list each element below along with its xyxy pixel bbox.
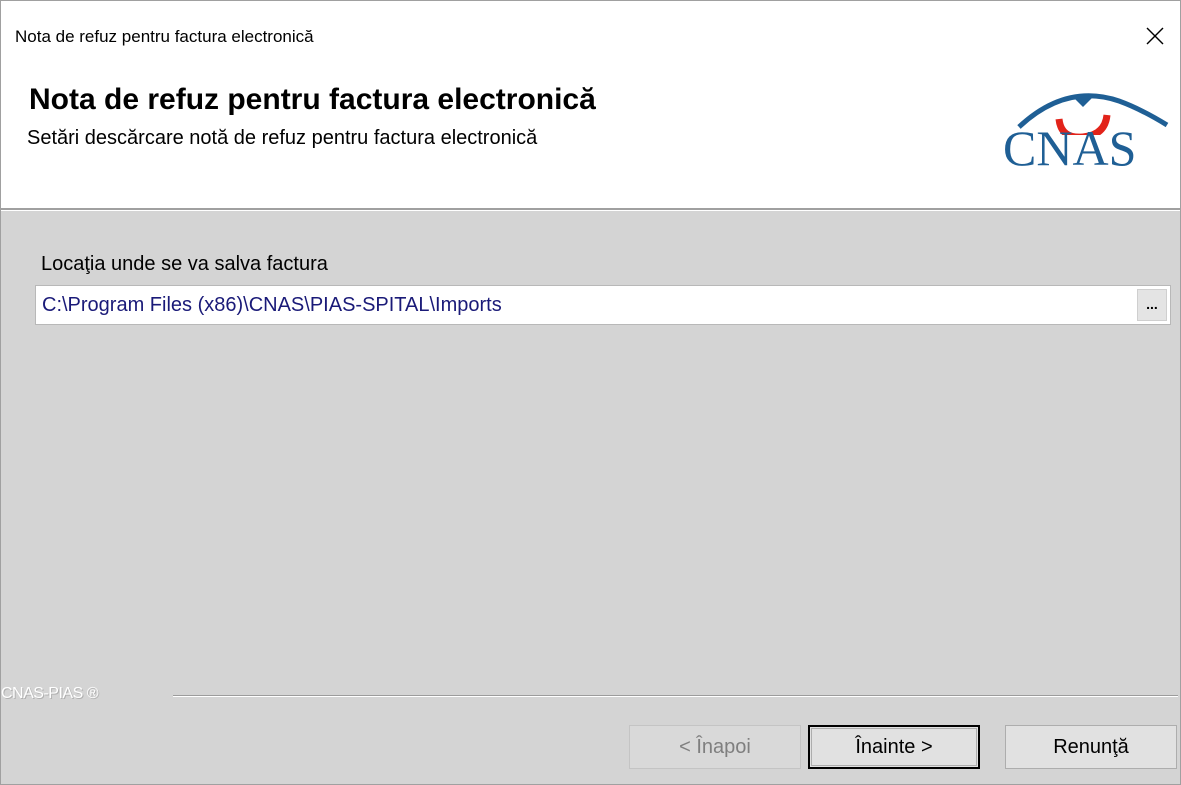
location-label: Locaţia unde se va salva factura bbox=[41, 253, 328, 275]
wizard-content: Locaţia unde se va salva factura C:\Prog… bbox=[1, 211, 1180, 784]
page-title: Nota de refuz pentru factura electronică bbox=[29, 83, 596, 116]
logo-text: CNAS bbox=[1003, 120, 1137, 176]
location-input[interactable]: C:\Program Files (x86)\CNAS\PIAS-SPITAL\… bbox=[35, 285, 1171, 325]
window-title: Nota de refuz pentru factura electronică bbox=[15, 27, 314, 46]
dialog-window: Nota de refuz pentru factura electronică… bbox=[0, 0, 1181, 785]
ellipsis-icon: ... bbox=[1146, 296, 1158, 312]
footer-divider bbox=[173, 695, 1178, 697]
location-value[interactable]: C:\Program Files (x86)\CNAS\PIAS-SPITAL\… bbox=[42, 294, 502, 317]
cnas-logo: CNAS bbox=[1001, 75, 1180, 185]
next-button[interactable]: Înainte > bbox=[808, 725, 980, 769]
brand-label: CNAS-PIAS ® bbox=[1, 685, 98, 702]
title-bar: Nota de refuz pentru factura electronică bbox=[1, 1, 1180, 61]
browse-button[interactable]: ... bbox=[1137, 289, 1167, 321]
close-button[interactable] bbox=[1130, 11, 1180, 61]
wizard-header: Nota de refuz pentru factura electronică… bbox=[1, 61, 1180, 208]
close-icon bbox=[1146, 27, 1164, 45]
page-subtitle: Setări descărcare notă de refuz pentru f… bbox=[27, 127, 538, 149]
back-button[interactable]: < Înapoi bbox=[629, 725, 801, 769]
cancel-button[interactable]: Renunţă bbox=[1005, 725, 1177, 769]
